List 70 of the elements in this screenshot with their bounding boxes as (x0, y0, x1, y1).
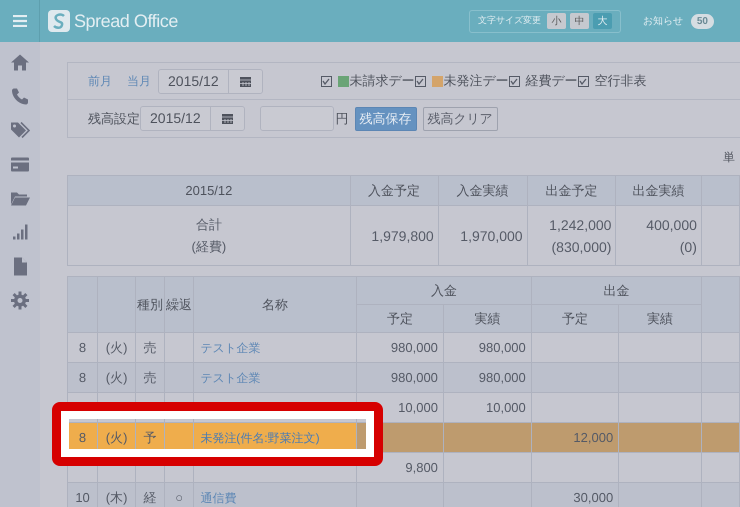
entry-link[interactable]: テスト企業 (200, 370, 260, 384)
calendar-icon (240, 76, 251, 86)
cell-text: 12,000 (573, 430, 614, 445)
balance-label: 残高設定 (88, 110, 140, 128)
table-cell: 1,242,000 (830,000) (527, 206, 616, 266)
home-icon[interactable] (10, 52, 30, 73)
cell-text: (火) (106, 370, 128, 385)
checkbox[interactable] (508, 76, 520, 86)
cell-text: ○ (175, 490, 184, 505)
month-link[interactable]: 前月 (88, 72, 112, 90)
cell-text: 30,000 (573, 490, 614, 505)
option-label: 経費デー (526, 72, 578, 90)
option-label: 未発注デー (444, 72, 509, 90)
table-cell: 1,979,800 (350, 206, 438, 266)
month-field[interactable]: 2015/12 (158, 68, 263, 94)
cell-text: 980,000 (390, 370, 438, 385)
table-cell: 合計 (経費) (68, 206, 350, 266)
cell-text: 経 (144, 490, 157, 505)
checkbox[interactable] (414, 76, 426, 86)
logo-icon (48, 10, 70, 32)
cell-text: (火) (106, 340, 128, 355)
cell-text: 10,000 (398, 400, 438, 415)
column-header: 2015/12 (68, 176, 350, 206)
amount-field[interactable] (260, 106, 334, 131)
font-size-button[interactable]: 中 (570, 13, 589, 29)
notice-count: 50 (690, 14, 714, 28)
font-size-button[interactable]: 大 (592, 13, 612, 29)
tags-icon[interactable] (10, 120, 30, 141)
table-cell: 400,000 (0) (616, 206, 702, 266)
cell-text: 8 (78, 340, 86, 355)
calendar-icon (222, 113, 233, 124)
checkbox[interactable] (578, 76, 589, 86)
balance-button[interactable]: 残高クリア (422, 106, 498, 130)
cell-text: 980,000 (390, 340, 438, 355)
unit-label: 円 (336, 110, 349, 128)
cell-text: (木) (106, 490, 128, 505)
cell-text: 980,000 (478, 370, 526, 385)
cell-text: 980,000 (478, 340, 526, 355)
table-cell: 1,970,000 (438, 206, 528, 266)
settings-icon[interactable] (10, 290, 30, 311)
column-group-header: 入金 (356, 276, 532, 304)
cell-text: 予 (144, 430, 157, 445)
column-header: 出金実績 (616, 176, 702, 206)
entry-link[interactable]: 通信費 (200, 490, 236, 504)
entry-link[interactable]: テスト企業 (200, 340, 260, 354)
cell-text: 8 (78, 370, 86, 385)
notice-link[interactable]: お知らせ (642, 14, 683, 28)
font-size-button[interactable]: 小 (546, 13, 566, 29)
menu-icon[interactable] (12, 15, 26, 27)
column-header: 入金予定 (350, 176, 438, 206)
cell-text: 売 (144, 370, 157, 385)
option-label: 空行非表 (594, 72, 647, 90)
option-label: 未請求デー (350, 72, 415, 90)
phone-icon[interactable] (10, 86, 30, 107)
column-group-header: 出金 (531, 276, 702, 304)
checkbox[interactable] (320, 76, 332, 86)
cell-text: 10 (75, 490, 90, 505)
cell-text: (火) (106, 430, 128, 445)
cell-text: 売 (144, 340, 157, 355)
column-header: 出金予定 (527, 176, 616, 206)
balance-button[interactable]: 残高保存 (354, 106, 417, 130)
month-link[interactable]: 当月 (127, 72, 151, 90)
cell-text: 9,800 (405, 460, 438, 475)
unit-note: 単 (723, 148, 735, 166)
logo-text: Spread Office (74, 10, 178, 33)
font-size-label: 文字サイズ変更 (478, 14, 541, 28)
month-field[interactable]: 2015/12 (140, 106, 245, 131)
cell-text: 8 (78, 430, 86, 445)
column-header: 入金実績 (438, 176, 528, 206)
cell-text: 10,000 (486, 400, 526, 415)
